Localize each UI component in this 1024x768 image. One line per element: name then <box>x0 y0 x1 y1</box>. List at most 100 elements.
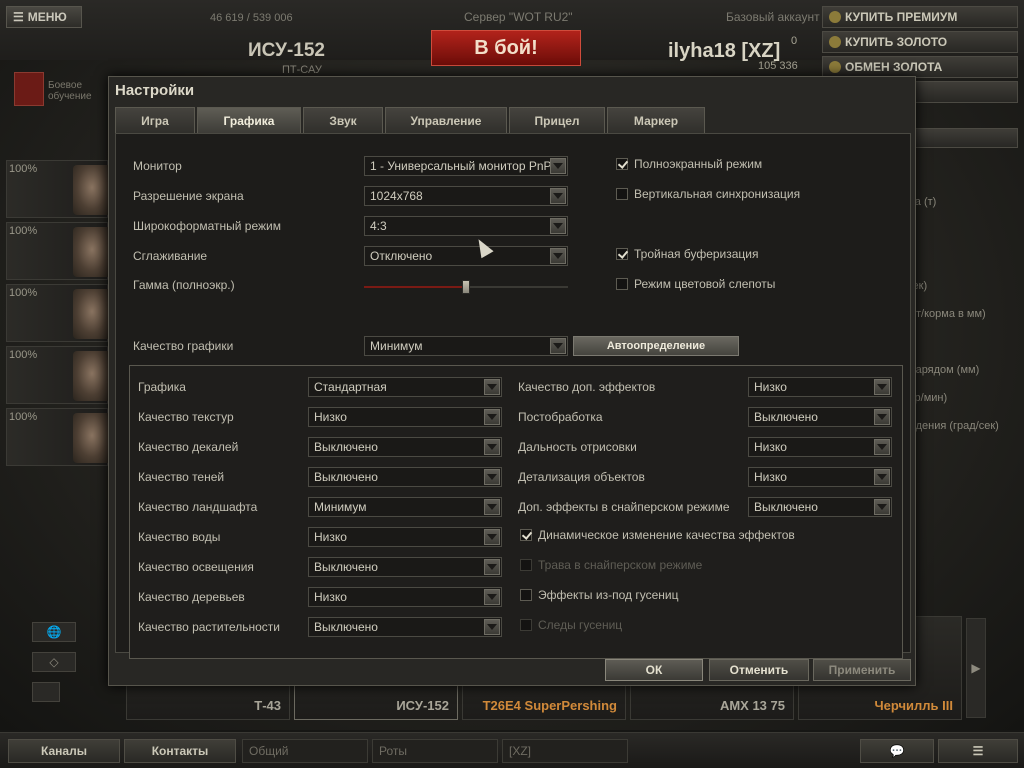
draw-distance-select[interactable]: Низко <box>748 437 892 457</box>
colorblind-option[interactable]: Режим цветовой слепоты <box>616 277 775 291</box>
fullscreen-option[interactable]: Полноэкранный режим <box>616 157 762 171</box>
vegetation-quality-select[interactable]: Выключено <box>308 617 502 637</box>
resolution-select[interactable]: 1024x768 <box>364 186 568 206</box>
carousel-next-button[interactable]: ▶ <box>966 618 986 718</box>
tank-type: ПТ-САУ <box>282 64 322 76</box>
autodetect-button[interactable]: Автоопределение <box>573 336 739 356</box>
chevron-down-icon <box>874 439 890 455</box>
apply-button[interactable]: Применить <box>813 659 911 681</box>
adv-check-label: Динамическое изменение качества эффектов <box>538 528 795 542</box>
carousel-tank-name: Т-43 <box>254 698 281 713</box>
clan-channel[interactable]: [XZ] <box>502 739 628 763</box>
adv-value: Выключено <box>314 470 378 484</box>
lighting-quality-select[interactable]: Выключено <box>308 557 502 577</box>
chevron-down-icon <box>874 409 890 425</box>
antialiasing-select[interactable]: Отключено <box>364 246 568 266</box>
vsync-option[interactable]: Вертикальная синхронизация <box>616 187 800 201</box>
type-filter[interactable]: ◇ <box>32 652 76 672</box>
buy-gold-button[interactable]: КУПИТЬ ЗОЛОТО <box>822 31 1018 53</box>
dynamic-effects-checkbox[interactable] <box>520 529 532 541</box>
sniper-grass-checkbox[interactable] <box>520 559 532 571</box>
texture-quality-select[interactable]: Низко <box>308 407 502 427</box>
adv-label: Качество воды <box>138 530 221 544</box>
effects-quality-select[interactable]: Низко <box>748 377 892 397</box>
common-channel[interactable]: Общий <box>242 739 368 763</box>
crew-member[interactable]: 100% <box>6 222 111 280</box>
tab-graphics[interactable]: Графика <box>197 107 301 133</box>
vehicle-filter[interactable] <box>32 682 60 702</box>
chevron-down-icon <box>874 499 890 515</box>
postprocessing-select[interactable]: Выключено <box>748 407 892 427</box>
tank-stat: снарядом (мм) <box>904 364 980 376</box>
water-quality-select[interactable]: Низко <box>308 527 502 547</box>
nation-filter[interactable]: 🌐 <box>32 622 76 642</box>
tab-game[interactable]: Игра <box>115 107 195 133</box>
crew-member[interactable]: 100% <box>6 160 111 218</box>
triple-buffering-option[interactable]: Тройная буферизация <box>616 247 759 261</box>
adv-label: Качество ландшафта <box>138 500 258 514</box>
track-marks-option[interactable]: Следы гусениц <box>520 618 622 632</box>
widescreen-value: 4:3 <box>370 219 387 233</box>
sniper-grass-option[interactable]: Трава в снайперском режиме <box>520 558 702 572</box>
triple-buffering-checkbox[interactable] <box>616 248 628 260</box>
tank-stat: ведения (град/сек) <box>904 420 999 432</box>
monitor-select[interactable]: 1 - Универсальный монитор PnP <box>364 156 568 176</box>
adv-label: Доп. эффекты в снайперском режиме <box>518 500 730 514</box>
tab-sound[interactable]: Звук <box>303 107 383 133</box>
credits-amount: 105 336 <box>758 60 798 72</box>
chat-button[interactable]: 💬 <box>860 739 934 763</box>
object-detail-select[interactable]: Низко <box>748 467 892 487</box>
track-effects-checkbox[interactable] <box>520 589 532 601</box>
crew-member[interactable]: 100% <box>6 346 111 404</box>
companies-channel[interactable]: Роты <box>372 739 498 763</box>
fullscreen-checkbox[interactable] <box>616 158 628 170</box>
widescreen-select[interactable]: 4:3 <box>364 216 568 236</box>
globe-icon: 🌐 <box>46 625 62 639</box>
channels-button[interactable]: Каналы <box>8 739 120 763</box>
graphics-quality-select[interactable]: Минимум <box>364 336 568 356</box>
tab-controls[interactable]: Управление <box>385 107 507 133</box>
crew-member[interactable]: 100% <box>6 284 111 342</box>
settings-dialog: Настройки Игра Графика Звук Управление П… <box>108 76 916 686</box>
gamma-slider-track[interactable] <box>466 286 568 288</box>
sniper-effects-select[interactable]: Выключено <box>748 497 892 517</box>
cancel-button[interactable]: Отменить <box>709 659 809 681</box>
tab-sight[interactable]: Прицел <box>509 107 605 133</box>
battle-button[interactable]: В бой! <box>431 30 581 66</box>
adv-check-label: Следы гусениц <box>538 618 623 632</box>
notifications-button[interactable]: ☰ <box>938 739 1018 763</box>
tab-marker[interactable]: Маркер <box>607 107 705 133</box>
vsync-label: Вертикальная синхронизация <box>634 187 801 201</box>
track-marks-checkbox[interactable] <box>520 619 532 631</box>
menu-label: МЕНЮ <box>27 10 67 24</box>
shadow-quality-select[interactable]: Выключено <box>308 467 502 487</box>
crew-portrait <box>73 227 111 277</box>
ok-button[interactable]: ОК <box>605 659 703 681</box>
terrain-quality-select[interactable]: Минимум <box>308 497 502 517</box>
dynamic-effects-option[interactable]: Динамическое изменение качества эффектов <box>520 528 795 542</box>
adv-check-label: Трава в снайперском режиме <box>538 558 703 572</box>
colorblind-checkbox[interactable] <box>616 278 628 290</box>
chevron-down-icon <box>484 619 500 635</box>
adv-value: Выключено <box>314 620 378 634</box>
gamma-slider-handle[interactable] <box>462 280 470 294</box>
adv-label: Детализация объектов <box>518 470 645 484</box>
graphics-select[interactable]: Стандартная <box>308 377 502 397</box>
chat-icon: 💬 <box>889 744 905 758</box>
training-label: Боевое обучение <box>48 80 92 102</box>
tank-type-icon: ◇ <box>49 655 59 669</box>
training-icon[interactable] <box>14 72 44 106</box>
vsync-checkbox[interactable] <box>616 188 628 200</box>
crew-skill: 100% <box>9 287 38 299</box>
chevron-down-icon <box>874 469 890 485</box>
tree-quality-select[interactable]: Низко <box>308 587 502 607</box>
crew-member[interactable]: 100% <box>6 408 111 466</box>
adv-value: Низко <box>754 440 787 454</box>
menu-button[interactable]: ☰ МЕНЮ <box>6 6 82 28</box>
track-effects-option[interactable]: Эффекты из-под гусениц <box>520 588 678 602</box>
account-type: Базовый аккаунт <box>726 10 820 24</box>
buy-premium-button[interactable]: КУПИТЬ ПРЕМИУМ <box>822 6 1018 28</box>
exchange-gold-button[interactable]: ОБМЕН ЗОЛОТА <box>822 56 1018 78</box>
decal-quality-select[interactable]: Выключено <box>308 437 502 457</box>
contacts-button[interactable]: Контакты <box>124 739 236 763</box>
